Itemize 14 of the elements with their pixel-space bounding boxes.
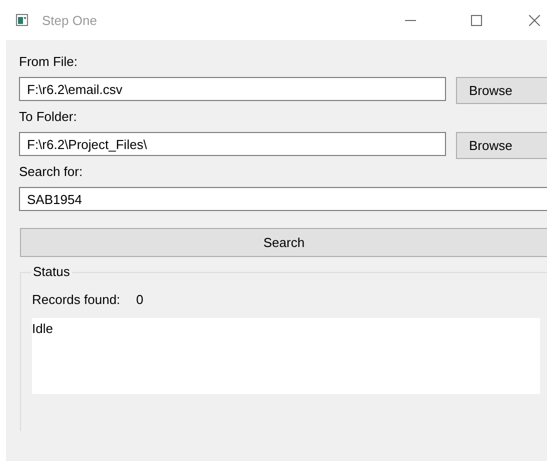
group-title: Status bbox=[31, 264, 72, 279]
records-label: Records found: bbox=[32, 291, 120, 309]
status-log: Idle bbox=[32, 318, 540, 394]
search-button[interactable]: Search bbox=[20, 228, 547, 257]
window-title: Step One bbox=[42, 12, 97, 28]
browse-button[interactable]: Browse bbox=[456, 77, 547, 104]
browse-button[interactable]: Browse bbox=[456, 132, 547, 159]
input-field[interactable]: SAB1954 bbox=[19, 187, 547, 211]
input-field[interactable]: F:\r6.2\email.csv bbox=[19, 77, 446, 101]
field-label: From File: bbox=[19, 53, 78, 71]
field-label: Search for: bbox=[19, 163, 83, 181]
field-label: To Folder: bbox=[19, 108, 77, 126]
records-count: 0 bbox=[136, 291, 144, 309]
input-field[interactable]: F:\r6.2\Project_Files\ bbox=[19, 132, 446, 156]
